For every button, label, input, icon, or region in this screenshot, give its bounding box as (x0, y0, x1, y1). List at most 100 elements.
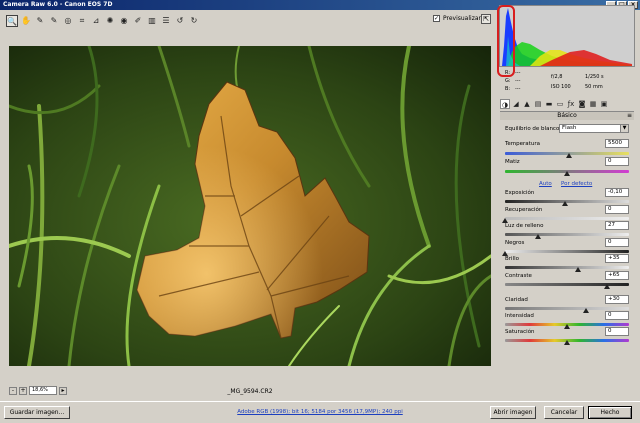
white-balance-value: Flash (562, 125, 577, 131)
contrast-field[interactable]: +65 (605, 271, 629, 280)
g-value: --- (515, 78, 521, 84)
basic-panel-header: Básico ≡ (500, 111, 634, 120)
blacks-track[interactable] (505, 250, 629, 253)
zoom-tool-icon[interactable]: 🔍 (6, 15, 18, 27)
file-name: _MG_9594.CR2 (227, 388, 273, 395)
tab-presets-icon[interactable]: ▦ (588, 99, 598, 109)
fullscreen-icon[interactable]: ⇱ (481, 14, 491, 24)
temperature-field[interactable]: 5500 (605, 139, 629, 148)
histogram (499, 5, 635, 67)
recovery-field[interactable]: 0 (605, 205, 629, 214)
brightness-label: Brillo (505, 256, 519, 262)
brightness-track[interactable] (505, 266, 629, 269)
b-value: --- (515, 86, 521, 92)
contrast-label: Contraste (505, 273, 532, 279)
crop-tool-icon[interactable]: ⌗ (76, 15, 88, 27)
brightness-field[interactable]: +35 (605, 254, 629, 263)
auto-link[interactable]: Auto (539, 181, 552, 187)
tab-camera-calibration-icon[interactable]: ◙ (577, 99, 587, 109)
panel-title: Básico (557, 112, 577, 119)
tab-hsl-icon[interactable]: ▤ (533, 99, 543, 109)
exposure-field[interactable]: -0,10 (605, 188, 629, 197)
rotate-ccw-icon[interactable]: ↺ (174, 15, 186, 27)
white-balance-label: Equilibrio de blancos: (505, 126, 565, 132)
saturation-field[interactable]: 0 (605, 327, 629, 336)
shutter-value: 1/250 s (585, 74, 604, 80)
tab-effects-icon[interactable]: ƒx (566, 99, 576, 109)
white-balance-row: Equilibrio de blancos: Flash ▼ (505, 124, 629, 135)
saturation-label: Saturación (505, 329, 535, 335)
bottom-bar: Guardar imagen... Adobe RGB (1998); bit … (0, 401, 640, 423)
histogram-plot (500, 6, 634, 66)
blacks-field[interactable]: 0 (605, 238, 629, 247)
tab-basic-icon[interactable]: ◑ (500, 99, 510, 109)
tint-thumb[interactable] (564, 171, 570, 176)
clarity-track[interactable] (505, 307, 629, 310)
tab-detail-icon[interactable]: ▲ (522, 99, 532, 109)
image-preview[interactable] (9, 46, 491, 366)
panel-menu-icon[interactable]: ≡ (627, 112, 632, 120)
fill-light-slider[interactable]: Luz de relleno 27 (505, 221, 629, 239)
blacks-label: Negros (505, 240, 525, 246)
saturation-thumb[interactable] (564, 340, 570, 345)
window-title: Camera Raw 6.0 - Canon EOS 7D (3, 1, 113, 8)
fill-light-track[interactable] (505, 233, 629, 236)
status-row: - + 18,6% ▸ _MG_9594.CR2 (9, 385, 491, 399)
straighten-tool-icon[interactable]: ⊿ (90, 15, 102, 27)
rotate-cw-icon[interactable]: ↻ (188, 15, 200, 27)
right-panel: R: --- G: --- B: --- f/2,8 1/250 s ISO 1… (497, 5, 640, 400)
tab-lens-icon[interactable]: ▭ (555, 99, 565, 109)
brightness-slider[interactable]: Brillo +35 (505, 254, 629, 272)
done-button[interactable]: Hecho (588, 406, 632, 419)
open-image-button[interactable]: Abrir imagen (490, 406, 536, 419)
iso-value: ISO 100 (551, 84, 571, 90)
b-label: B: (505, 86, 511, 92)
temperature-slider[interactable]: Temperatura 5500 (505, 139, 629, 159)
default-link[interactable]: Por defecto (561, 181, 592, 187)
clarity-label: Claridad (505, 297, 528, 303)
aperture-value: f/2,8 (551, 74, 563, 80)
tab-split-toning-icon[interactable]: ▬ (544, 99, 554, 109)
preview-label: Previsualizar (443, 15, 481, 22)
contrast-slider[interactable]: Contraste +65 (505, 271, 629, 289)
fill-light-field[interactable]: 27 (605, 221, 629, 230)
chevron-down-icon: ▼ (620, 125, 628, 132)
exposure-slider[interactable]: Exposición -0,10 (505, 188, 629, 206)
tint-field[interactable]: 0 (605, 157, 629, 166)
tint-slider[interactable]: Matiz 0 (505, 157, 629, 177)
g-label: G: (505, 78, 511, 84)
preview-checkbox[interactable]: ✓ (433, 15, 440, 22)
leaf-photo (9, 46, 491, 366)
panel-tabs: ◑ ◢ ▲ ▤ ▬ ▭ ƒx ◙ ▦ ▣ (497, 98, 637, 110)
red-eye-tool-icon[interactable]: ◉ (118, 15, 130, 27)
temperature-label: Temperatura (505, 141, 540, 147)
recovery-track[interactable] (505, 217, 629, 220)
r-value: --- (515, 70, 521, 76)
white-balance-tool-icon[interactable]: ✎ (34, 15, 46, 27)
spot-removal-tool-icon[interactable]: ✺ (104, 15, 116, 27)
color-sampler-tool-icon[interactable]: ✎ (48, 15, 60, 27)
targeted-adjustment-tool-icon[interactable]: ◎ (62, 15, 74, 27)
saturation-slider[interactable]: Saturación 0 (505, 327, 629, 345)
recovery-label: Recuperación (505, 207, 543, 213)
tab-snapshots-icon[interactable]: ▣ (599, 99, 609, 109)
white-balance-select[interactable]: Flash ▼ (559, 124, 629, 133)
preferences-tool-icon[interactable]: ☰ (160, 15, 172, 27)
hand-tool-icon[interactable]: ✋ (20, 15, 32, 27)
vibrance-label: Intensidad (505, 313, 534, 319)
cancel-button[interactable]: Cancelar (544, 406, 584, 419)
focal-length-value: 50 mm (585, 84, 603, 90)
contrast-thumb[interactable] (603, 284, 610, 289)
clarity-field[interactable]: +30 (605, 295, 629, 304)
preview-toggle[interactable]: ✓ Previsualizar (433, 15, 481, 22)
annotation-highlight (497, 5, 515, 77)
tab-tone-curve-icon[interactable]: ◢ (511, 99, 521, 109)
graduated-filter-tool-icon[interactable]: ▥ (146, 15, 158, 27)
camera-info: R: --- G: --- B: --- f/2,8 1/250 s ISO 1… (497, 69, 637, 97)
adjustment-brush-tool-icon[interactable]: ✐ (132, 15, 144, 27)
toolbar: 🔍 ✋ ✎ ✎ ◎ ⌗ ⊿ ✺ ◉ ✐ ▥ ☰ ↺ ↻ (0, 10, 492, 30)
vibrance-field[interactable]: 0 (605, 311, 629, 320)
contrast-track[interactable] (505, 283, 629, 286)
tint-label: Matiz (505, 159, 520, 165)
exposure-label: Exposición (505, 190, 535, 196)
